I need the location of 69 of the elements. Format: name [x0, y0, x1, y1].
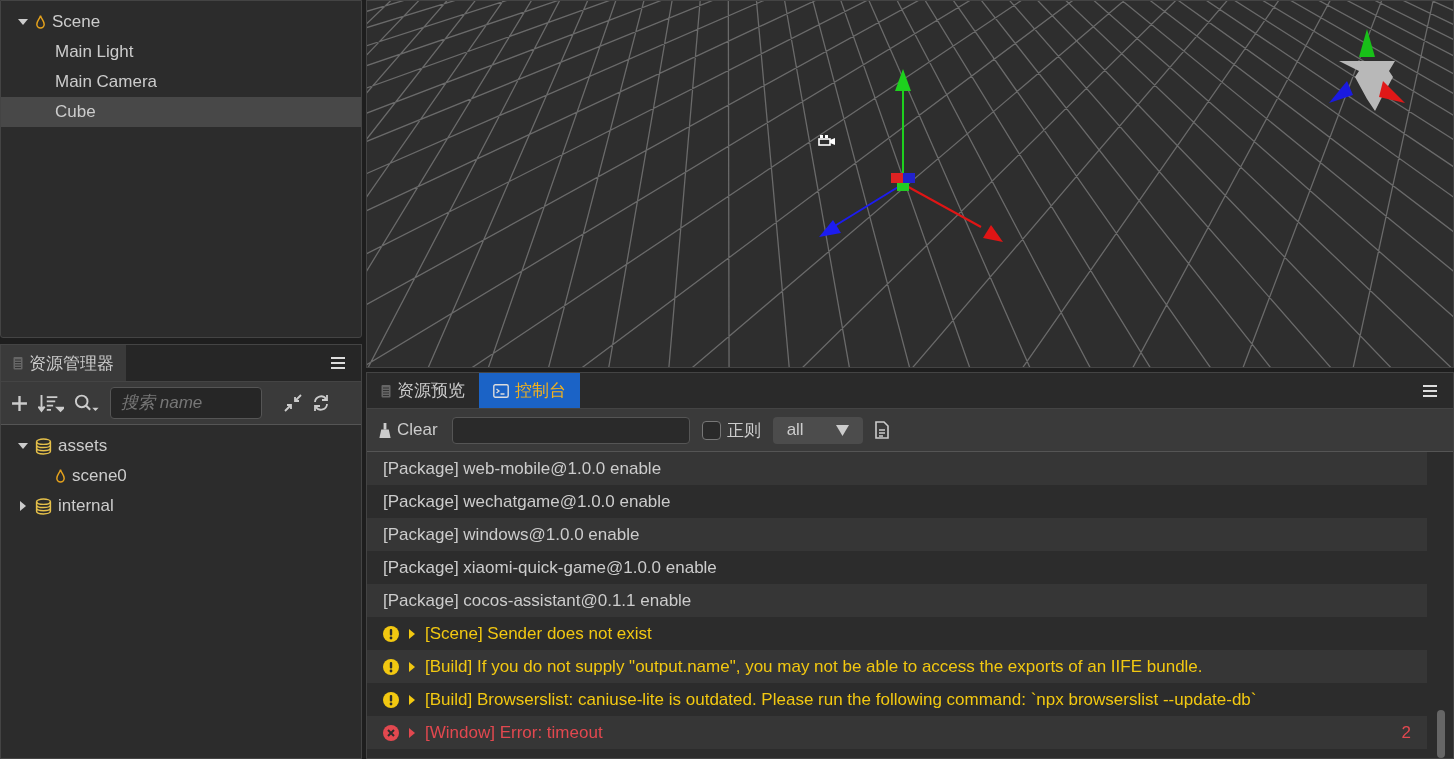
- menu-icon[interactable]: [331, 357, 345, 369]
- broom-icon: [379, 422, 391, 438]
- log-message: [Package] cocos-assistant@0.1.1 enable: [383, 590, 692, 611]
- log-message: [Window] Error: timeout: [425, 722, 603, 743]
- caret-down-icon: [835, 424, 849, 436]
- tree-item-label: internal: [58, 496, 114, 516]
- menu-icon[interactable]: [1423, 384, 1437, 397]
- tree-item-label: Main Camera: [55, 72, 158, 92]
- log-row[interactable]: [Package] web-mobile@1.0.0 enable: [367, 452, 1427, 485]
- caret-right-icon[interactable]: [409, 661, 415, 672]
- document-icon[interactable]: [874, 421, 889, 439]
- log-count: 2: [1401, 722, 1411, 743]
- database-icon: [35, 497, 52, 515]
- tree-item-label: Main Light: [55, 42, 134, 62]
- panel-tab[interactable]: 资源预览: [367, 373, 479, 408]
- camera-icon[interactable]: [818, 134, 836, 146]
- log-row[interactable]: [Scene] Sender does not exist: [367, 617, 1427, 650]
- tree-item[interactable]: scene0: [1, 461, 361, 491]
- clipboard-icon: [13, 356, 23, 370]
- regex-checkbox[interactable]: [701, 420, 721, 440]
- search-icon[interactable]: [74, 393, 100, 413]
- warning-icon: [383, 625, 399, 642]
- add-icon[interactable]: [11, 394, 28, 412]
- log-message: [Package] web-mobile@1.0.0 enable: [383, 458, 662, 479]
- scrollbar-thumb[interactable]: [1437, 710, 1445, 758]
- log-message: [Build] If you do not supply "output.name", you may not be able to access the exports of an IIFE bundle.: [425, 656, 1203, 677]
- collapse-icon[interactable]: [284, 394, 302, 412]
- log-message: [Package] wechatgame@1.0.0 enable: [383, 491, 671, 512]
- tree-item-label: scene0: [72, 466, 127, 486]
- tree-item-label: Scene: [52, 12, 101, 32]
- database-icon: [35, 437, 52, 455]
- error-icon: [383, 724, 399, 741]
- log-message: [Package] xiaomi-quick-game@1.0.0 enable: [383, 557, 717, 578]
- panel-tab[interactable]: 资源管理器: [1, 345, 126, 381]
- tree-item[interactable]: Main Camera: [1, 67, 361, 97]
- caret-down-icon[interactable]: [17, 17, 29, 27]
- log-message: [Build] Browserslist: caniuse-lite is outdated. Please run the following command: `npx browserslist --update-db`: [425, 689, 1257, 710]
- refresh-icon[interactable]: [312, 394, 330, 412]
- warning-icon: [383, 658, 399, 675]
- terminal-icon: [493, 383, 509, 398]
- log-row[interactable]: [Build] If you do not supply "output.name", you may not be able to access the exports of an IIFE bundle.: [367, 650, 1427, 683]
- log-message: [Package] windows@1.0.0 enable: [383, 524, 640, 545]
- caret-right-icon[interactable]: [409, 694, 415, 705]
- flame-icon: [35, 14, 46, 30]
- search-field[interactable]: 搜索 name: [110, 387, 262, 419]
- log-message: [Scene] Sender does not exist: [425, 623, 652, 644]
- level-dropdown[interactable]: all: [772, 416, 863, 444]
- log-row[interactable]: [Package] xiaomi-quick-game@1.0.0 enable: [367, 551, 1427, 584]
- tree-item[interactable]: internal: [1, 491, 361, 521]
- tree-item-label: assets: [58, 436, 108, 456]
- log-row[interactable]: [Package] windows@1.0.0 enable: [367, 518, 1427, 551]
- orientation-gizmo-drawing[interactable]: [1327, 29, 1407, 113]
- tree-item[interactable]: Main Light: [1, 37, 361, 67]
- log-row[interactable]: [Build] Browserslist: caniuse-lite is outdated. Please run the following command: `npx browserslist --update-db`: [367, 683, 1427, 716]
- caret-down-icon[interactable]: [17, 441, 29, 451]
- log-row[interactable]: [Package] wechatgame@1.0.0 enable: [367, 485, 1427, 518]
- clear-button[interactable]: Clear: [379, 420, 438, 440]
- log-row[interactable]: [Package] cocos-assistant@0.1.1 enable: [367, 584, 1427, 617]
- clipboard-icon: [381, 383, 391, 398]
- sort-icon[interactable]: [38, 393, 64, 413]
- warning-icon: [383, 691, 399, 708]
- flame-icon: [55, 468, 66, 484]
- tree-item-label: Cube: [55, 102, 96, 122]
- filter-field[interactable]: [451, 416, 690, 444]
- caret-right-icon[interactable]: [409, 628, 415, 639]
- tree-item[interactable]: Cube: [1, 97, 361, 127]
- tree-item[interactable]: Scene: [1, 7, 361, 37]
- tree-item[interactable]: assets: [1, 431, 361, 461]
- regex-label: 正则: [726, 419, 761, 442]
